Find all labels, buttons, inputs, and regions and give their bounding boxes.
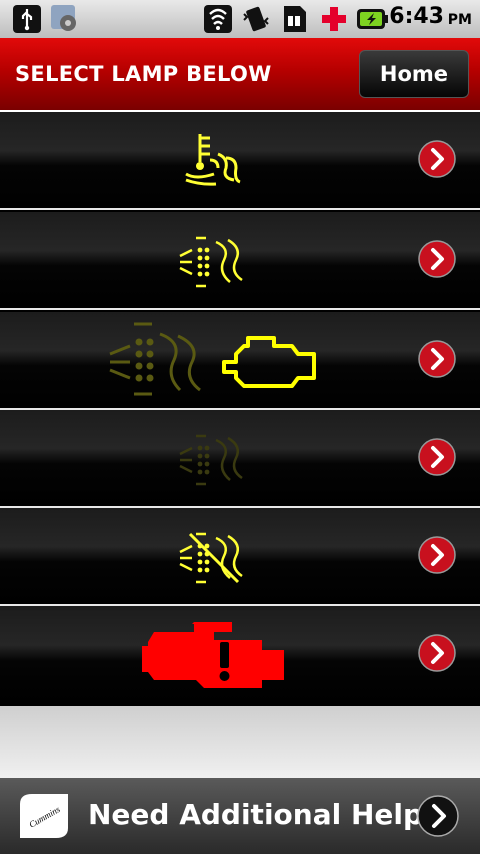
lamp-row-check-engine[interactable] [0, 312, 480, 410]
help-arrow-button[interactable] [417, 795, 459, 837]
particulate-filter-lamp-icon [179, 236, 243, 288]
check-engine-with-filter-lamp-icon [109, 322, 316, 396]
health-icon [322, 7, 346, 31]
particulate-filter-arrow-button[interactable] [418, 240, 456, 278]
particulate-filter-dim-arrow-button[interactable] [418, 438, 456, 476]
usb-icon [13, 5, 41, 33]
home-button[interactable]: Home [359, 50, 469, 98]
sim-icon [284, 6, 306, 32]
app-header: SELECT LAMP BELOW Home [0, 38, 480, 112]
status-bar: 6:43 PM [0, 0, 480, 38]
need-help-label[interactable]: Need Additional Help? [88, 798, 439, 831]
status-ampm: PM [447, 12, 472, 28]
status-time: 6:43 [389, 4, 444, 29]
exhaust-temperature-lamp-icon [185, 134, 241, 186]
particulate-filter-dim-lamp-icon [179, 434, 243, 486]
wifi-icon [204, 5, 232, 33]
page-title: SELECT LAMP BELOW [15, 62, 272, 86]
vibrate-icon [243, 6, 269, 32]
lamp-row-filter-disabled[interactable] [0, 508, 480, 606]
settings-icon [51, 5, 76, 31]
check-engine-arrow-button[interactable] [418, 340, 456, 378]
filter-disabled-arrow-button[interactable] [418, 536, 456, 574]
stop-engine-lamp-icon [142, 622, 284, 688]
help-footer[interactable]: Cummins Need Additional Help? [0, 778, 480, 854]
lamp-row-exhaust-temperature[interactable] [0, 112, 480, 210]
lamp-row-stop-engine[interactable] [0, 606, 480, 704]
filter-disabled-lamp-icon [179, 532, 243, 584]
cummins-logo-icon: Cummins [20, 794, 68, 838]
lamp-row-particulate-filter-dim[interactable] [0, 410, 480, 508]
lamp-row-particulate-filter[interactable] [0, 212, 480, 310]
exhaust-temperature-arrow-button[interactable] [418, 140, 456, 178]
stop-engine-arrow-button[interactable] [418, 634, 456, 672]
empty-space [0, 706, 480, 778]
battery-charging-icon [357, 9, 388, 29]
